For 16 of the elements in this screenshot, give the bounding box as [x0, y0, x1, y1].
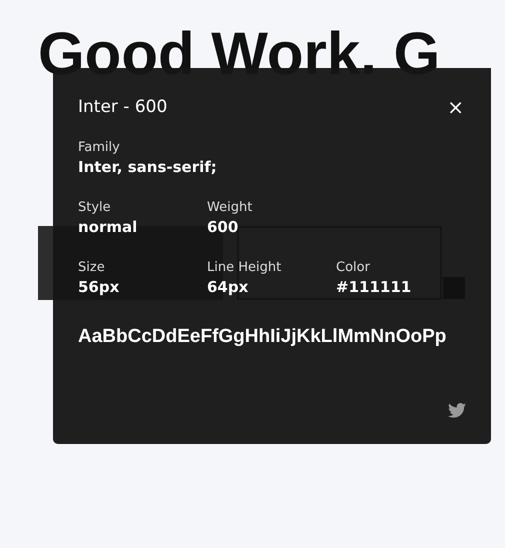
property-value: #111111 — [336, 277, 412, 297]
property-label: Line Height — [207, 259, 282, 277]
property-value: 600 — [207, 217, 240, 237]
property-label: Weight — [207, 199, 254, 217]
font-sample-text: AaBbCcDdEeFfGgHhIiJjKkLlMmNnOoPp — [78, 325, 446, 349]
property-label: Style — [78, 199, 112, 217]
panel-title: Inter - 600 — [78, 97, 168, 117]
bird-icon[interactable] — [448, 403, 466, 418]
property-value: 64px — [207, 277, 250, 297]
property-label: Family — [78, 139, 121, 157]
close-button[interactable]: × — [445, 97, 466, 117]
property-value: Inter, sans-serif; — [78, 157, 218, 177]
property-label: Color — [336, 259, 371, 277]
property-label: Size — [78, 259, 106, 277]
property-value: normal — [78, 217, 138, 237]
property-value: 56px — [78, 277, 120, 297]
